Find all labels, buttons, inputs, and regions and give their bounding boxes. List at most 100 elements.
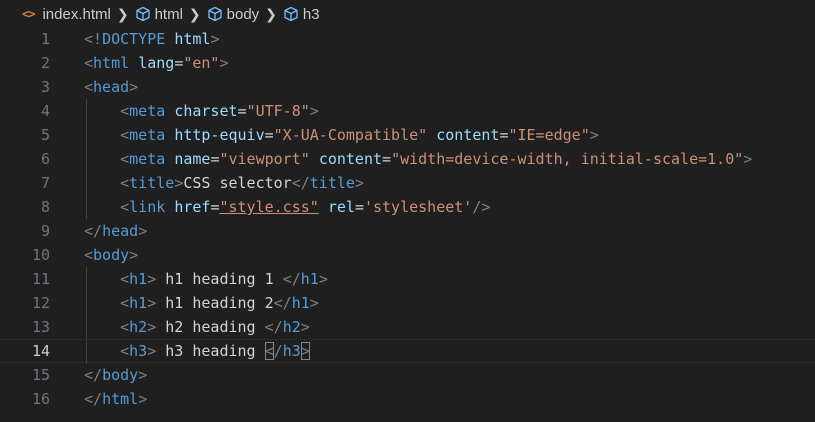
bracket-token: > (147, 342, 157, 360)
bracket-token: > (174, 174, 184, 192)
code-line[interactable]: 4 <meta charset="UTF-8"> (0, 99, 815, 123)
breadcrumb: <> index.html ❯ html ❯ body ❯ h3 (0, 0, 815, 28)
line-number: 14 (31, 342, 50, 360)
tag-name-token: title (129, 174, 175, 192)
code-line[interactable]: 2 <html lang="en"> (0, 51, 815, 75)
chevron-right-icon: ❯ (116, 5, 129, 22)
code-line[interactable]: 6 <meta name="viewport" content="width=d… (0, 147, 815, 171)
string-token: 'stylesheet' (363, 198, 473, 216)
text-token: h1 heading 1 (156, 270, 283, 288)
code-line[interactable]: 12 <h1> h1 heading 2</h1> (0, 291, 815, 315)
breadcrumb-item-label: h3 (302, 5, 320, 23)
code-line[interactable]: 9 </head> (0, 219, 815, 243)
tag-name-token: h1 (129, 294, 148, 312)
line-number: 11 (31, 270, 50, 288)
bracket-token: > (138, 366, 148, 384)
attribute-token: http-equiv (174, 126, 265, 144)
bracket-token: </ (84, 366, 103, 384)
text-token: h2 heading (156, 318, 265, 336)
line-number: 13 (31, 318, 50, 336)
tag-name-token: h1 (129, 270, 148, 288)
matched-bracket-token: < (264, 342, 274, 360)
bracket-token: </ (282, 270, 301, 288)
bracket-token: < (120, 270, 130, 288)
bracket-token: < (120, 342, 130, 360)
code-line[interactable]: 15 </body> (0, 363, 815, 387)
line-number: 4 (40, 102, 50, 120)
line-code: <body> (84, 243, 138, 267)
bracket-token: < (120, 198, 130, 216)
chevron-right-icon: ❯ (188, 5, 201, 22)
attribute-token: rel (327, 198, 355, 216)
text-token: = (237, 102, 247, 120)
tag-name-token: link (129, 198, 166, 216)
html-file-icon: <> (22, 7, 35, 21)
bracket-token: > (129, 78, 139, 96)
bracket-token: < (120, 150, 130, 168)
attribute-token: charset (174, 102, 238, 120)
bracket-token: < (120, 126, 130, 144)
code-line[interactable]: 7 <title>CSS selector</title> (0, 171, 815, 195)
line-number: 9 (40, 222, 50, 240)
tag-name-token: body (93, 246, 130, 264)
line-code: <html lang="en"> (84, 51, 229, 75)
tag-name-token: head (93, 78, 130, 96)
bracket-token: > (318, 270, 328, 288)
bracket-token: < (120, 174, 130, 192)
code-line[interactable]: 1 <!DOCTYPE html> (0, 27, 815, 51)
bracket-token: > (138, 390, 148, 408)
line-code: </head> (84, 219, 147, 243)
tag-name-token: html (102, 390, 139, 408)
tag-name-token: title (309, 174, 355, 192)
line-code: <h2> h2 heading </h2> (84, 315, 310, 339)
code-line[interactable]: 16 </html> (0, 387, 815, 411)
breadcrumb-item-body[interactable]: body (207, 6, 259, 23)
bracket-token: > (147, 318, 157, 336)
text-token: = (354, 198, 364, 216)
code-editor[interactable]: <> index.html ❯ html ❯ body ❯ h3 1 <!DOCT… (0, 0, 815, 422)
line-code: <h3> h3 heading </h3> (84, 340, 310, 362)
bracket-token: </ (84, 390, 103, 408)
line-code: <title>CSS selector</title> (84, 171, 364, 195)
code-line[interactable]: 3 <head> (0, 75, 815, 99)
breadcrumb-item-html[interactable]: html (135, 6, 183, 23)
breadcrumb-file[interactable]: <> index.html (22, 6, 111, 23)
text-token: h1 heading 2 (156, 294, 274, 312)
line-code: <h1> h1 heading 1 </h1> (84, 267, 328, 291)
string-token: "width=device-width, initial-scale=1.0" (391, 150, 744, 168)
bracket-token: > (129, 246, 139, 264)
line-code: <meta http-equiv="X-UA-Compatible" conte… (84, 123, 599, 147)
tag-name-token: h1 (291, 294, 310, 312)
code-line[interactable]: 11 <h1> h1 heading 1 </h1> (0, 267, 815, 291)
bracket-token: < (84, 54, 94, 72)
tag-name-token: meta (129, 150, 166, 168)
code-line[interactable]: 5 <meta http-equiv="X-UA-Compatible" con… (0, 123, 815, 147)
line-number: 5 (40, 126, 50, 144)
text-token: h3 heading (156, 342, 265, 360)
line-code: <!DOCTYPE html> (84, 27, 219, 51)
bracket-token: > (219, 54, 229, 72)
breadcrumb-item-h3[interactable]: h3 (283, 6, 320, 23)
text-token: = (174, 54, 184, 72)
tag-name-token: h2 (282, 318, 301, 336)
tag-name-token: h3 (282, 342, 301, 360)
cube-icon (207, 6, 222, 22)
code-line[interactable]: 8 <link href="style.css" rel='stylesheet… (0, 195, 815, 219)
breadcrumb-item-label: html (154, 5, 183, 23)
bracket-token: > (138, 222, 148, 240)
breadcrumb-file-label: index.html (42, 5, 111, 23)
string-token: "UTF-8" (246, 102, 310, 120)
bracket-token: > (309, 294, 319, 312)
tag-name-token: meta (129, 102, 166, 120)
code-line[interactable]: 10 <body> (0, 243, 815, 267)
attribute-token: name (174, 150, 211, 168)
line-number: 7 (40, 174, 50, 192)
bracket-token: > (147, 294, 157, 312)
code-line[interactable]: 13 <h2> h2 heading </h2> (0, 315, 815, 339)
code-lines[interactable]: 1 <!DOCTYPE html> 2 <html lang="en"> 3 <head>… (0, 27, 815, 411)
code-line[interactable]: 14 <h3> h3 heading </h3> (0, 339, 815, 364)
bracket-token: </ (273, 294, 292, 312)
